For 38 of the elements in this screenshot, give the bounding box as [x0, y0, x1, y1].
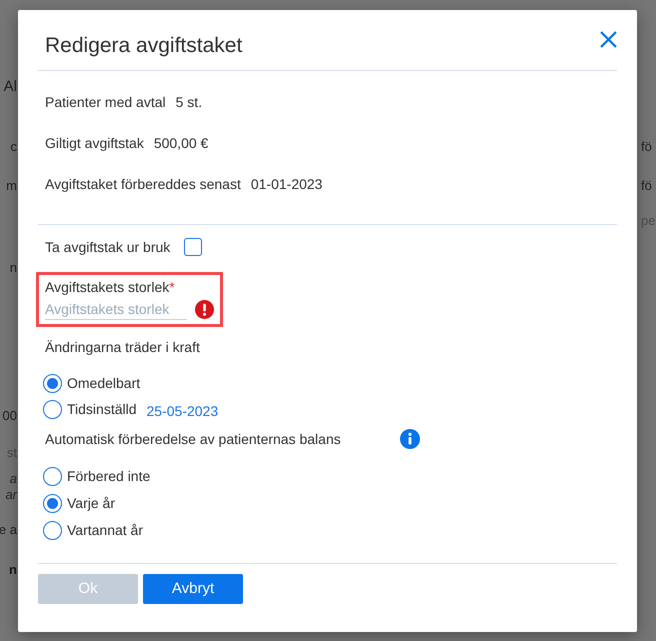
radio-button[interactable]	[43, 494, 62, 512]
background-text: n	[9, 562, 17, 578]
background-text: 00	[2, 408, 17, 424]
radio-label: Vartannat år	[67, 521, 144, 540]
background-text: fö	[641, 139, 652, 155]
info-label: Avgiftstaket förbereddes senast	[45, 175, 241, 194]
close-button[interactable]	[600, 31, 617, 48]
radio-label: Omedelbart	[67, 374, 140, 393]
radio-label: Tidsinställd	[67, 400, 137, 419]
radio-button[interactable]	[43, 520, 62, 540]
date-link[interactable]: 25-05-2023	[146, 401, 218, 421]
cancel-button[interactable]: Avbryt	[143, 574, 243, 604]
radio-button[interactable]	[43, 400, 62, 418]
checkbox-label: Ta avgiftstak ur bruk	[45, 238, 170, 257]
background-text: fö	[641, 178, 652, 194]
info-value: 5 st.	[176, 93, 202, 112]
close-icon	[600, 31, 617, 48]
section-label: Ändringarna träder i kraft	[45, 338, 200, 357]
dialog-title: Redigera avgiftstaket	[45, 33, 242, 59]
background-text: n	[10, 260, 17, 276]
amount-input[interactable]: Avgiftstakets storlek	[45, 298, 187, 320]
background-text: c	[10, 139, 17, 155]
radio-button[interactable]	[43, 374, 62, 392]
field-label: Avgiftstakets storlek*	[45, 278, 175, 297]
info-value: 01-01-2023	[250, 175, 322, 194]
radio-button[interactable]	[43, 466, 62, 486]
background-text: a	[10, 471, 17, 487]
radio-label: Varje år	[67, 494, 115, 513]
info-label: Patienter med avtal	[45, 93, 166, 112]
info-icon[interactable]	[400, 429, 420, 449]
background-text: ar	[5, 487, 17, 503]
background-text: Al	[4, 78, 17, 96]
info-value: 500,00 €	[154, 134, 208, 153]
section-label: Automatisk förberedelse av patienternas balans	[45, 430, 341, 449]
checkbox[interactable]	[184, 238, 202, 256]
background-text: m	[6, 178, 17, 194]
radio-label: Förbered inte	[67, 467, 150, 486]
info-label: Giltigt avgiftstak	[45, 134, 144, 153]
